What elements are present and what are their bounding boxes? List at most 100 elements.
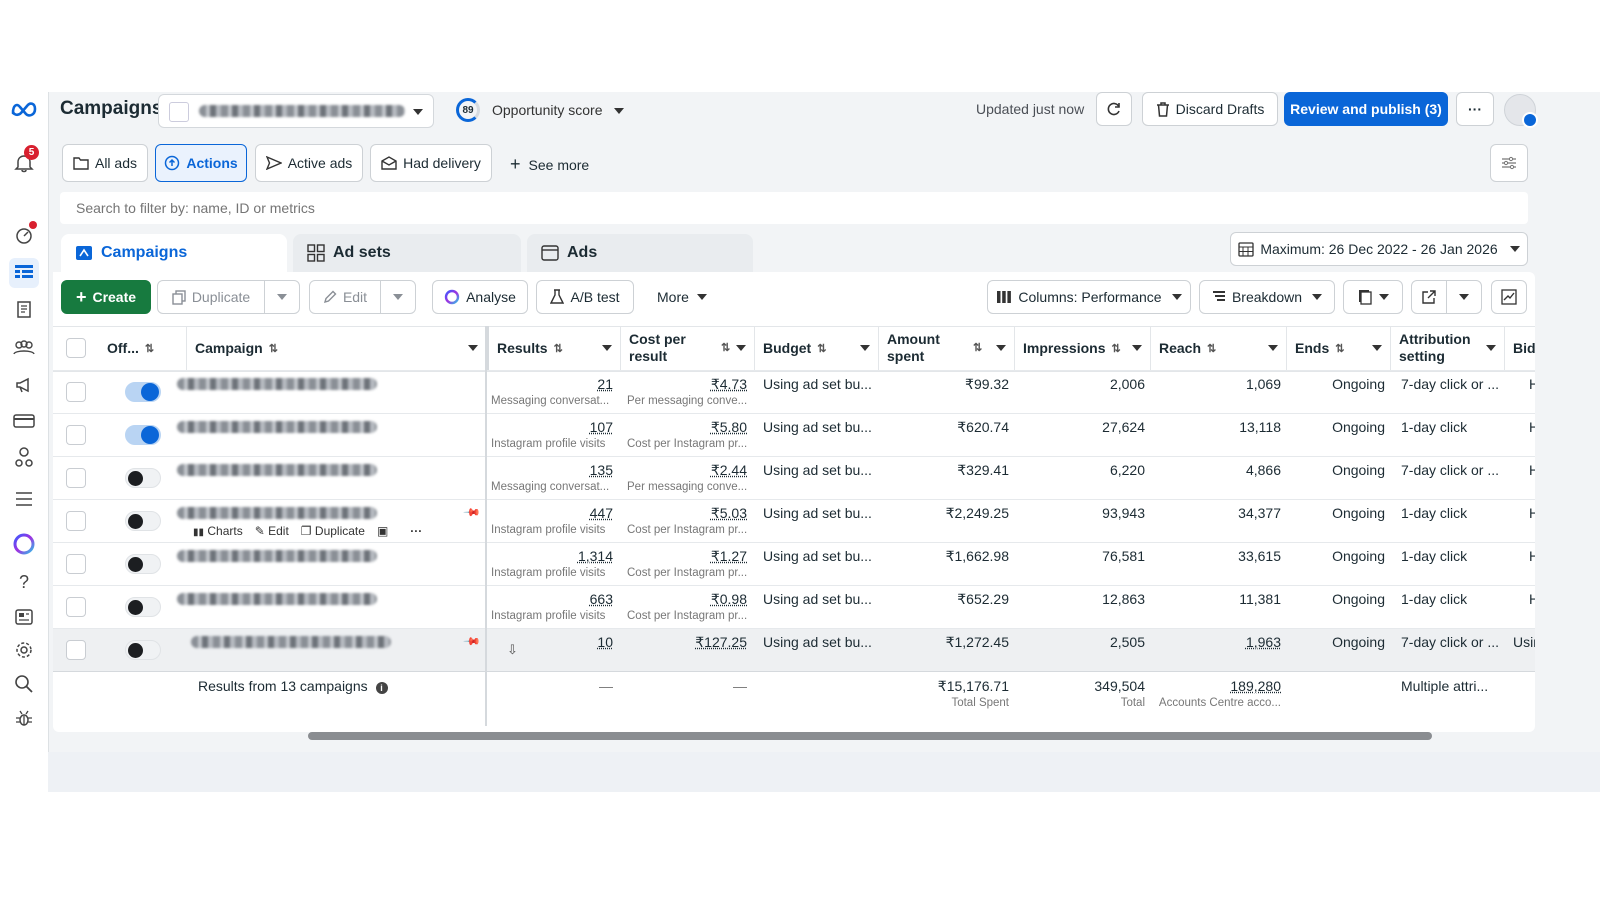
pages-icon[interactable] [9, 294, 39, 324]
sort-icon[interactable]: ⇅ [1335, 342, 1344, 355]
col-header-attribution[interactable]: Attribution setting [1391, 326, 1505, 370]
dashboard-icon[interactable] [9, 220, 39, 250]
col-header-ends[interactable]: Ends ⇅ [1287, 326, 1391, 370]
columns-selector[interactable]: Columns: Performance [987, 280, 1191, 314]
campaign-name-redacted[interactable] [177, 507, 377, 519]
cell-results[interactable]: 663 [487, 591, 613, 607]
opportunity-score-ring[interactable]: 89 [456, 98, 480, 122]
opportunity-score-label[interactable]: Opportunity score [492, 102, 625, 118]
help-icon[interactable]: ? [9, 567, 39, 597]
select-all-checkbox[interactable] [66, 338, 86, 358]
menu-icon[interactable] [9, 484, 39, 514]
preview-icon[interactable]: ▣ [377, 524, 388, 538]
chevron-down-icon[interactable] [860, 345, 870, 351]
discard-drafts-button[interactable]: Discard Drafts [1142, 92, 1278, 126]
col-header-off[interactable]: Off... ⇅ [99, 326, 187, 370]
table-row[interactable]: 21 Messaging conversat... ₹4.73 Per messagi… [53, 370, 1535, 414]
filter-active-ads[interactable]: Active ads [255, 144, 363, 182]
view-settings-button[interactable] [1490, 144, 1528, 182]
billing-card-icon[interactable] [9, 406, 39, 436]
row-charts-link[interactable]: ▮▮ Charts [193, 524, 243, 538]
cell-cost-per-result[interactable]: ₹127.25 [621, 634, 747, 651]
filter-actions[interactable]: Actions [155, 144, 247, 182]
cell-results[interactable]: 107 [487, 419, 613, 435]
settings-gear-icon[interactable] [9, 635, 39, 665]
campaign-name-redacted[interactable] [177, 378, 377, 390]
horizontal-scrollbar[interactable] [308, 732, 1432, 740]
chevron-down-icon[interactable] [996, 345, 1006, 351]
filter-had-delivery[interactable]: Had delivery [370, 144, 492, 182]
bug-report-icon[interactable] [9, 703, 39, 733]
search-input[interactable] [60, 192, 1528, 224]
campaign-toggle[interactable] [125, 640, 161, 660]
sort-icon[interactable]: ⇅ [817, 342, 826, 355]
cell-cost-per-result[interactable]: ₹4.73 [621, 376, 747, 393]
ad-account-selector[interactable] [158, 94, 434, 128]
campaigns-table-icon[interactable] [9, 258, 39, 288]
sort-icon[interactable]: ⇅ [973, 340, 982, 357]
profile-avatar[interactable] [1504, 94, 1538, 128]
news-icon[interactable] [9, 602, 39, 632]
duplicate-button[interactable]: Duplicate [157, 280, 265, 314]
campaign-toggle[interactable] [125, 597, 161, 617]
col-header-reach[interactable]: Reach ⇅ [1151, 326, 1287, 370]
export-button[interactable] [1411, 280, 1447, 314]
table-row[interactable]: 663 Instagram profile visits ₹0.98 Cost per… [53, 585, 1535, 629]
cell-cost-per-result[interactable]: ₹1.27 [621, 548, 747, 565]
audiences-icon[interactable] [9, 332, 39, 362]
sort-icon[interactable]: ⇅ [1207, 342, 1216, 355]
table-row[interactable]: 1,314 Instagram profile visits ₹1.27 Cost p… [53, 542, 1535, 586]
reports-button[interactable] [1343, 280, 1403, 314]
col-header-budget[interactable]: Budget ⇅ [755, 326, 879, 370]
edit-dropdown[interactable] [380, 280, 416, 314]
row-checkbox[interactable] [66, 511, 86, 531]
review-publish-button[interactable]: Review and publish (3) [1284, 92, 1448, 126]
campaign-name-redacted[interactable] [177, 464, 377, 476]
chevron-down-icon[interactable] [1132, 345, 1142, 351]
filter-all-ads[interactable]: All ads [62, 144, 148, 182]
cell-results[interactable]: 21 [487, 376, 613, 392]
sort-icon[interactable]: ⇅ [554, 342, 563, 355]
tab-ads[interactable]: Ads [527, 234, 753, 272]
campaign-toggle[interactable] [125, 468, 161, 488]
col-header-campaign[interactable]: Campaign ⇅ [187, 326, 487, 370]
duplicate-dropdown[interactable] [264, 280, 300, 314]
sort-icon[interactable]: ⇅ [145, 342, 154, 355]
create-button[interactable]: + Create [61, 280, 151, 314]
edit-button[interactable]: Edit [309, 280, 381, 314]
search-icon[interactable] [9, 669, 39, 699]
table-row[interactable]: ▮▮ Charts ✎ Edit ❐ Duplicate ▣ ··· 📌 447 Instag… [53, 499, 1535, 543]
col-header-results[interactable]: Results ⇅ [487, 326, 621, 370]
sort-icon[interactable]: ⇅ [721, 340, 730, 357]
cell-cost-per-result[interactable]: ₹5.03 [621, 505, 747, 522]
col-header-bid[interactable]: Bid [1505, 326, 1535, 370]
campaign-toggle[interactable] [125, 382, 161, 402]
sort-icon[interactable]: ⇅ [269, 342, 278, 355]
breakdown-selector[interactable]: Breakdown [1199, 280, 1335, 314]
table-row[interactable]: 107 Instagram profile visits ₹5.80 Cost per… [53, 413, 1535, 457]
campaign-toggle[interactable] [125, 511, 161, 531]
analyse-button[interactable]: Analyse [432, 280, 528, 314]
sort-icon[interactable]: ⇅ [1111, 342, 1120, 355]
row-checkbox[interactable] [66, 425, 86, 445]
chevron-down-icon[interactable] [736, 345, 746, 351]
ab-test-button[interactable]: A/B test [536, 280, 634, 314]
col-header-impressions[interactable]: Impressions ⇅ [1015, 326, 1151, 370]
cell-results[interactable]: 10 [487, 634, 613, 650]
cell-cost-per-result[interactable]: ₹2.44 [621, 462, 747, 479]
meta-ai-icon[interactable] [9, 529, 39, 559]
export-dropdown[interactable] [1446, 280, 1482, 314]
row-checkbox[interactable] [66, 597, 86, 617]
campaign-name-redacted[interactable] [177, 593, 377, 605]
chevron-down-icon[interactable] [1486, 345, 1496, 351]
notifications-icon[interactable]: 5 [9, 145, 39, 178]
see-more-filters[interactable]: + See more [510, 154, 589, 175]
cell-results[interactable]: 447 [487, 505, 613, 521]
campaign-name-redacted[interactable] [191, 636, 391, 648]
more-options-button[interactable]: ··· [1456, 92, 1494, 126]
row-checkbox[interactable] [66, 554, 86, 574]
refresh-button[interactable] [1096, 92, 1132, 126]
col-header-amount-spent[interactable]: Amount spent ⇅ [879, 326, 1015, 370]
info-icon[interactable]: i [375, 682, 388, 694]
chevron-down-icon[interactable] [1372, 345, 1382, 351]
